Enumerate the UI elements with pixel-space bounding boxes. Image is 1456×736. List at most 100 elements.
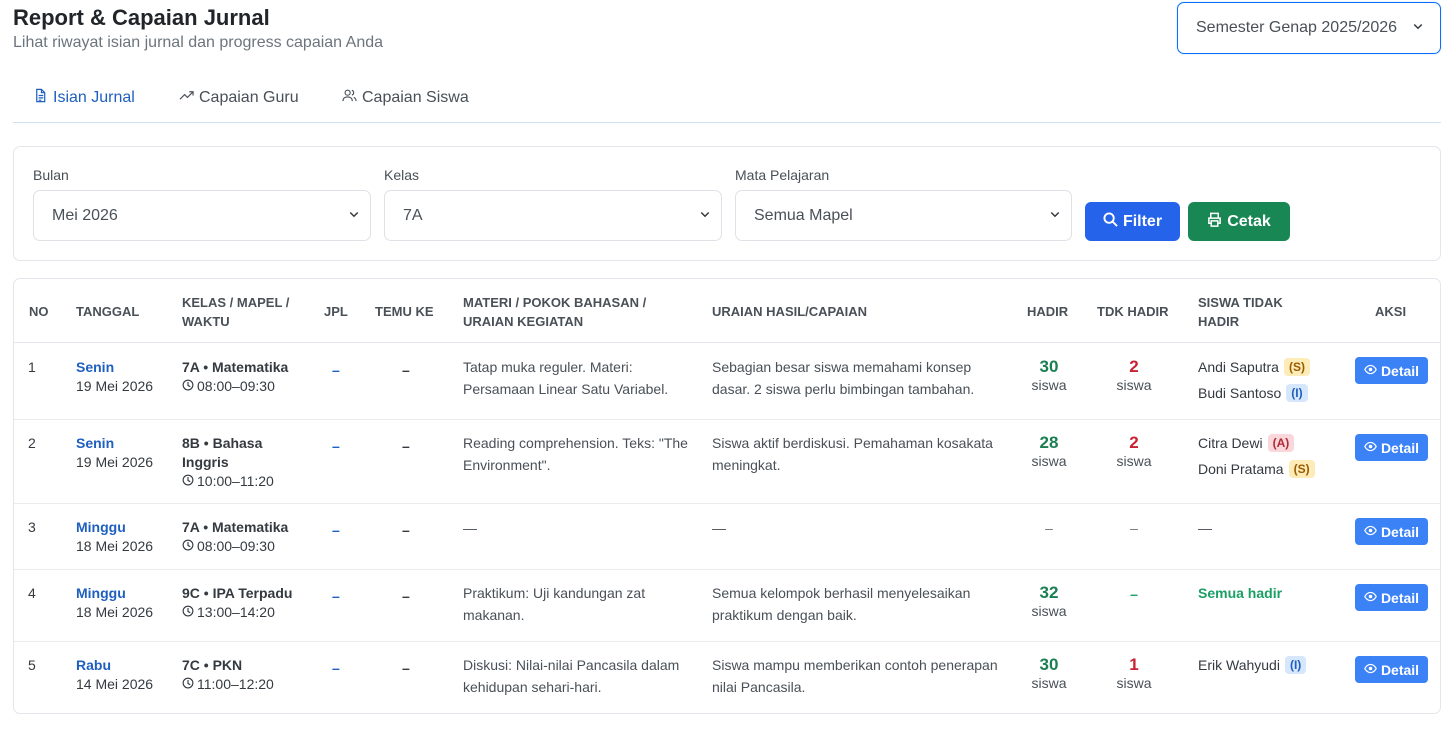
row-date-text: 19 Mei 2026 xyxy=(76,454,154,470)
print-button-label: Cetak xyxy=(1227,212,1271,230)
row-day[interactable]: Minggu xyxy=(76,518,153,537)
row-time-text: 08:00–09:30 xyxy=(197,538,275,554)
tab-label: Isian Jurnal xyxy=(53,89,135,106)
chevron-down-icon xyxy=(1049,207,1061,225)
printer-icon xyxy=(1207,212,1222,232)
status-badge: (A) xyxy=(1267,434,1295,452)
th-kelas: KELAS / MAPEL / WAKTU xyxy=(182,293,289,331)
row-date-text: 19 Mei 2026 xyxy=(76,378,154,394)
th-materi-line2: URAIAN KEGIATAN xyxy=(463,314,584,329)
status-badge: (S) xyxy=(1288,460,1315,478)
row-uraian: Semua kelompok berhasil menyelesaikan pr… xyxy=(712,585,971,623)
row-no: 5 xyxy=(28,657,36,673)
absent-name: Doni Pratama xyxy=(1198,460,1284,477)
row-tdk-hadir: – xyxy=(1130,586,1138,602)
tdk-hadir-unit: siswa xyxy=(1116,377,1152,393)
th-no: NO xyxy=(29,304,49,319)
hadir-unit: siswa xyxy=(1031,377,1067,393)
clock-icon xyxy=(182,377,194,396)
detail-button[interactable]: Detail xyxy=(1355,656,1428,683)
month-select[interactable]: Mei 2026 xyxy=(33,190,371,241)
row-absent-list: — xyxy=(1198,520,1212,536)
eye-icon xyxy=(1364,524,1377,540)
detail-label: Detail xyxy=(1380,661,1420,678)
detail-button[interactable]: Detail xyxy=(1355,518,1428,545)
th-aksi: AKSI xyxy=(1375,304,1407,319)
th-kelas-line2: WAKTU xyxy=(182,314,230,329)
row-date: Minggu 18 Mei 2026 xyxy=(76,584,153,622)
status-badge: (S) xyxy=(1283,358,1310,376)
tab-capaian-siswa[interactable]: Capaian Siswa xyxy=(342,88,469,108)
row-day[interactable]: Senin xyxy=(76,434,153,453)
th-kelas-line1: KELAS / MAPEL / xyxy=(182,295,290,310)
clock-icon xyxy=(182,603,194,622)
tab-capaian-guru[interactable]: Capaian Guru xyxy=(179,88,299,108)
row-time-text: 13:00–14:20 xyxy=(197,604,275,620)
filter-card: Bulan Mei 2026 Kelas 7A Mata Pelajaran S… xyxy=(13,146,1441,261)
th-temu: TEMU KE xyxy=(375,304,434,319)
row-class-subject: 9C • IPA Terpadu xyxy=(182,585,293,601)
th-siswa-line2: HADIR xyxy=(1198,314,1240,329)
class-label: Kelas xyxy=(384,167,420,183)
filter-button[interactable]: Filter xyxy=(1085,202,1180,241)
row-jpl: – xyxy=(332,362,340,378)
row-day[interactable]: Senin xyxy=(76,358,153,377)
clock-icon xyxy=(182,537,194,556)
search-icon xyxy=(1103,211,1118,232)
th-siswa-line1: SISWA TIDAK xyxy=(1198,295,1283,310)
tdk-hadir-unit: siswa xyxy=(1116,675,1152,691)
row-class: 7A • Matematika 08:00–09:30 xyxy=(182,518,288,556)
row-hadir: – xyxy=(1045,520,1053,536)
table-row: 1 Senin 19 Mei 2026 7A • Matematika 08:0… xyxy=(14,344,1440,420)
row-temu: – xyxy=(402,522,410,538)
row-time: 11:00–12:20 xyxy=(182,675,274,694)
detail-button[interactable]: Detail xyxy=(1355,357,1428,384)
semester-select[interactable]: Semester Genap 2025/2026 xyxy=(1177,2,1441,54)
journal-table: NO TANGGAL KELAS / MAPEL / WAKTU JPL TEM… xyxy=(13,278,1441,714)
row-time: 08:00–09:30 xyxy=(182,537,288,556)
eye-icon xyxy=(1364,440,1377,456)
row-jpl: – xyxy=(332,438,340,454)
print-button[interactable]: Cetak xyxy=(1188,202,1290,241)
row-day[interactable]: Minggu xyxy=(76,584,153,603)
absent-name: Budi Santoso xyxy=(1198,384,1282,401)
eye-icon xyxy=(1364,363,1377,379)
detail-button[interactable]: Detail xyxy=(1355,584,1428,611)
row-materi: Diskusi: Nilai-nilai Pancasila dalam keh… xyxy=(463,657,680,695)
row-date: Senin 19 Mei 2026 xyxy=(76,358,153,396)
th-hadir: HADIR xyxy=(1027,304,1069,319)
row-no: 4 xyxy=(28,585,36,601)
row-tdk-hadir: 2 siswa xyxy=(1104,357,1164,395)
absent-student: Citra Dewi (A) xyxy=(1198,432,1315,454)
semester-value: Semester Genap 2025/2026 xyxy=(1196,19,1398,36)
row-materi: — xyxy=(463,520,477,536)
table-row: 5 Rabu 14 Mei 2026 7C • PKN 11:00–12:20 … xyxy=(14,642,1440,713)
detail-label: Detail xyxy=(1380,523,1420,540)
row-time-text: 10:00–11:20 xyxy=(197,473,274,489)
hadir-unit: siswa xyxy=(1031,603,1067,619)
row-materi: Tatap muka reguler. Materi: Persamaan Li… xyxy=(463,359,669,397)
class-select[interactable]: 7A xyxy=(384,190,722,241)
th-siswa: SISWA TIDAK HADIR xyxy=(1198,293,1283,331)
trending-up-icon xyxy=(179,88,194,108)
row-date: Minggu 18 Mei 2026 xyxy=(76,518,153,556)
row-class-subject: 7A • Matematika xyxy=(182,359,289,375)
tab-isian-jurnal[interactable]: Isian Jurnal xyxy=(33,88,135,108)
row-uraian: Sebagian besar siswa memahami konsep das… xyxy=(712,359,975,397)
row-materi: Reading comprehension. Teks: "The Enviro… xyxy=(463,435,688,473)
page-subtitle: Lihat riwayat isian jurnal dan progress … xyxy=(13,34,384,51)
subject-value: Semua Mapel xyxy=(754,206,853,224)
detail-label: Detail xyxy=(1380,362,1420,379)
status-badge: (I) xyxy=(1286,384,1308,402)
clock-icon xyxy=(182,472,194,491)
eye-icon xyxy=(1364,590,1377,606)
th-materi-line1: MATERI / POKOK BAHASAN / xyxy=(463,295,647,310)
row-tdk-hadir: 2 siswa xyxy=(1104,433,1164,471)
detail-button[interactable]: Detail xyxy=(1355,434,1428,461)
th-materi: MATERI / POKOK BAHASAN / URAIAN KEGIATAN xyxy=(463,293,646,331)
row-day[interactable]: Rabu xyxy=(76,656,153,675)
row-hadir: 28 siswa xyxy=(1019,433,1079,471)
hadir-unit: siswa xyxy=(1031,453,1067,469)
tdk-hadir-count: 2 xyxy=(1129,433,1139,452)
subject-select[interactable]: Semua Mapel xyxy=(735,190,1072,241)
